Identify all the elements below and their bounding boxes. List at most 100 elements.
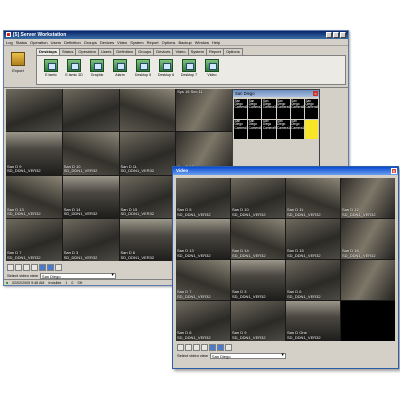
export-button[interactable]: Export: [7, 50, 29, 80]
video-titlebar[interactable]: Video ×: [173, 167, 398, 175]
tab-desktops[interactable]: Desktops: [36, 48, 61, 55]
menu-devices[interactable]: Devices: [100, 39, 114, 45]
camera-tile[interactable]: [341, 260, 395, 300]
toolbar-button-graphic[interactable]: Graphic: [87, 58, 107, 82]
camera-tile[interactable]: Sys 16 Sec 11: [176, 89, 232, 132]
close-button[interactable]: [340, 32, 346, 38]
camera-thumbnail[interactable]: San Diego Camera9: [262, 119, 276, 139]
camera-tile[interactable]: San D 15 SD_DDN1_VER32: [119, 175, 176, 218]
camera-thumbnail[interactable]: San Diego Camera2: [248, 99, 262, 119]
close-icon[interactable]: ×: [391, 168, 397, 174]
menu-operation[interactable]: Operation: [30, 39, 48, 45]
camera-tile[interactable]: San D 6 SD_DDN1_VER32: [286, 260, 340, 300]
menu-log[interactable]: Log: [6, 39, 13, 45]
camera-thumbnail[interactable]: San Diego Camera4: [276, 99, 290, 119]
camera-tile[interactable]: [62, 89, 119, 132]
camera-tile[interactable]: San D 15 SD_DDN1_VER32: [286, 219, 340, 259]
camera-tile[interactable]: San D 12SD_DDN1_VER32: [341, 178, 395, 218]
tab-status[interactable]: Status: [59, 48, 77, 55]
camera-thumbnail[interactable]: San Diego Camera7: [234, 119, 248, 139]
camera-tile[interactable]: [6, 89, 62, 132]
toolbar-button-desktop-5[interactable]: Desktop 5: [133, 58, 153, 82]
video-view-select[interactable]: San Diego: [209, 352, 286, 359]
camera-tile[interactable]: San D 3 SD_DDN1_VER32: [231, 260, 285, 300]
camera-tile[interactable]: San D 13 SD_DDN1_VER32: [6, 175, 62, 218]
refresh-icon[interactable]: [39, 264, 46, 271]
toolbar-button-desktop-7[interactable]: Desktop 7: [179, 58, 199, 82]
camera-panel-titlebar[interactable]: San Diego ×: [233, 90, 319, 97]
toolbar-button-alarm[interactable]: Alarm: [110, 58, 130, 82]
video-view-select[interactable]: San Diego: [39, 272, 116, 279]
camera-tile[interactable]: San D 11 SD_DDN1_VER32: [286, 178, 340, 218]
tab-system[interactable]: System: [187, 48, 207, 55]
layout-3x3-icon[interactable]: [23, 264, 30, 271]
camera-tile[interactable]: San D 14 SD_DDN1_VER32: [231, 219, 285, 259]
tab-operation[interactable]: Operation: [75, 48, 99, 55]
camera-detail: SD_DDN1_VER32: [287, 334, 321, 340]
menu-status[interactable]: Status: [16, 39, 27, 45]
layout-1x1-icon[interactable]: [7, 264, 14, 271]
settings-icon[interactable]: [55, 264, 62, 271]
layout-2x2-icon[interactable]: [15, 264, 22, 271]
layout-2x2-icon[interactable]: [185, 344, 192, 351]
camera-thumbnail[interactable]: San Diego Camera3: [262, 99, 276, 119]
camera-tile[interactable]: [119, 89, 176, 132]
camera-tile[interactable]: San D 9 SD_DDN1_VER32: [6, 132, 62, 175]
camera-tile[interactable]: San D 10 SD_DDN1_VER32: [62, 132, 119, 175]
camera-thumbnail[interactable]: San Diego Camera6: [304, 99, 318, 119]
camera-tile[interactable]: San D 11 SD_DDN1_VER32: [119, 132, 176, 175]
tab-definition[interactable]: Definition: [113, 48, 137, 55]
layout-4x4-icon[interactable]: [201, 344, 208, 351]
camera-tile[interactable]: San D 16SD_DDN1_VER32: [341, 219, 395, 259]
camera-tile[interactable]: San D 6 SD_DDN1_VER32: [119, 218, 176, 261]
camera-thumbnail[interactable]: San Diego Camera10: [276, 119, 290, 139]
menu-options[interactable]: Options: [162, 39, 176, 45]
camera-icon[interactable]: [47, 264, 54, 271]
tab-users[interactable]: Users: [97, 48, 115, 55]
camera-tile[interactable]: San D 5 SD_DDN1_VER32: [176, 178, 230, 218]
camera-thumbnail[interactable]: San Diego Camera1: [234, 99, 248, 119]
close-icon[interactable]: ×: [313, 91, 318, 96]
tab-groups[interactable]: Groups: [135, 48, 155, 55]
camera-tile-empty[interactable]: [341, 301, 395, 341]
camera-tile[interactable]: San D 13 SD_DDN1_VER32: [176, 219, 230, 259]
toolbar-button-etsmlc-3d[interactable]: E.tsmlc 3D: [64, 58, 84, 82]
toolbar-button-video[interactable]: Video: [202, 58, 222, 82]
menu-groups[interactable]: Groups: [84, 39, 97, 45]
menu-system[interactable]: System: [130, 39, 143, 45]
camera-tile[interactable]: San D 14 SD_DDN1_VER32: [62, 175, 119, 218]
tab-options[interactable]: Options: [222, 48, 243, 55]
camera-tile[interactable]: San D One SD_DDN1_VER32: [286, 301, 340, 341]
toolbar-button-etsmlc[interactable]: E.tsmlc: [41, 58, 61, 82]
menu-backup[interactable]: Backup: [178, 39, 191, 45]
tab-report[interactable]: Report: [205, 48, 224, 55]
toolbar-button-desktop-6[interactable]: Desktop 6: [156, 58, 176, 82]
camera-tile[interactable]: San D 9 SD_DDN1_VER32: [231, 301, 285, 341]
camera-thumbnail-highlight[interactable]: [304, 119, 318, 139]
minimize-button[interactable]: [326, 32, 332, 38]
camera-tile[interactable]: San D 7 SD_DDN1_VER32: [176, 260, 230, 300]
settings-icon[interactable]: [225, 344, 232, 351]
camera-tile[interactable]: San D 8 SD_DDN1_VER32: [176, 301, 230, 341]
layout-3x3-icon[interactable]: [193, 344, 200, 351]
camera-icon[interactable]: [217, 344, 224, 351]
refresh-icon[interactable]: [209, 344, 216, 351]
menu-users[interactable]: Users: [51, 39, 61, 45]
camera-thumbnail[interactable]: San Diego Camera8: [248, 119, 262, 139]
maximize-button[interactable]: [333, 32, 339, 38]
menu-video[interactable]: Video: [117, 39, 127, 45]
layout-4x4-icon[interactable]: [31, 264, 38, 271]
layout-1x1-icon[interactable]: [177, 344, 184, 351]
menu-definition[interactable]: Definition: [64, 39, 81, 45]
camera-tile[interactable]: San D 10 SD_DDN1_VER32: [231, 178, 285, 218]
menu-window[interactable]: Window: [195, 39, 209, 45]
camera-thumbnail[interactable]: San Diego Camera11: [290, 119, 304, 139]
tab-video[interactable]: Video: [172, 48, 189, 55]
tab-devices[interactable]: Devices: [153, 48, 174, 55]
main-titlebar[interactable]: [5] Server Workstation: [4, 31, 348, 39]
camera-tile[interactable]: San D 3 SD_DDN1_VER32: [62, 218, 119, 261]
menu-help[interactable]: Help: [212, 39, 220, 45]
camera-thumbnail[interactable]: San Diego Camera5: [290, 99, 304, 119]
menu-report[interactable]: Report: [147, 39, 159, 45]
camera-tile[interactable]: San D 7 SD_DDN1_VER32: [6, 218, 62, 261]
